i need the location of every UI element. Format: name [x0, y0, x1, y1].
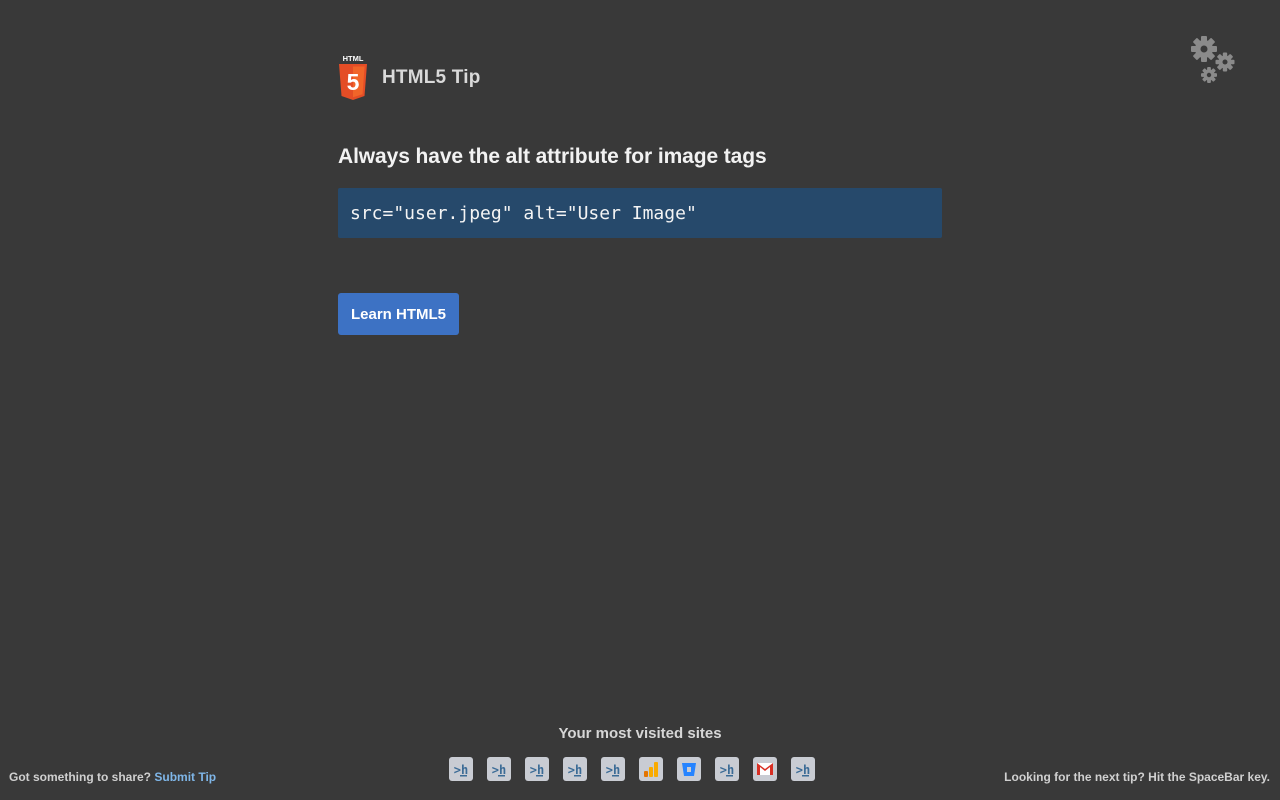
next-tip-hint: Looking for the next tip? Hit the SpaceB…	[1004, 770, 1270, 784]
hackerrank-icon[interactable]: >h	[449, 757, 473, 781]
svg-text:>h: >h	[492, 763, 506, 777]
hackerrank-icon[interactable]: >h	[563, 757, 587, 781]
hackerrank-icon[interactable]: >h	[525, 757, 549, 781]
svg-text:>h: >h	[606, 763, 620, 777]
settings-gears-icon[interactable]	[1188, 34, 1238, 86]
learn-html5-button[interactable]: Learn HTML5	[338, 293, 459, 335]
html5-logo: HTML 5	[339, 54, 367, 100]
tip-heading: Always have the alt attribute for image …	[338, 145, 767, 168]
new-tab-page: HTML 5 HTML5 Tip Always have the alt att…	[0, 0, 1280, 800]
analytics-icon[interactable]	[639, 757, 663, 781]
header: HTML 5 HTML5 Tip	[338, 54, 481, 102]
svg-text:>h: >h	[796, 763, 810, 777]
share-prompt: Got something to share?	[9, 770, 152, 784]
hackerrank-icon[interactable]: >h	[791, 757, 815, 781]
bitbucket-icon[interactable]	[677, 757, 701, 781]
submit-tip-link[interactable]: Submit Tip	[154, 770, 216, 784]
tip-code-sample: src="user.jpeg" alt="User Image"	[338, 188, 942, 238]
html5-logo-label: HTML	[343, 54, 364, 63]
hackerrank-icon[interactable]: >h	[487, 757, 511, 781]
svg-text:>h: >h	[454, 763, 468, 777]
svg-text:>h: >h	[568, 763, 582, 777]
app-title: HTML5 Tip	[382, 67, 481, 88]
hackerrank-icon[interactable]: >h	[715, 757, 739, 781]
footer-share: Got something to share? Submit Tip	[9, 770, 216, 784]
hackerrank-icon[interactable]: >h	[601, 757, 625, 781]
most-visited-sites: >h >h >h >h >h >h >h	[449, 757, 815, 781]
gmail-icon[interactable]	[753, 757, 777, 781]
html5-logo-number: 5	[347, 69, 360, 95]
svg-text:>h: >h	[530, 763, 544, 777]
most-visited-title: Your most visited sites	[558, 725, 722, 742]
svg-text:>h: >h	[720, 763, 734, 777]
